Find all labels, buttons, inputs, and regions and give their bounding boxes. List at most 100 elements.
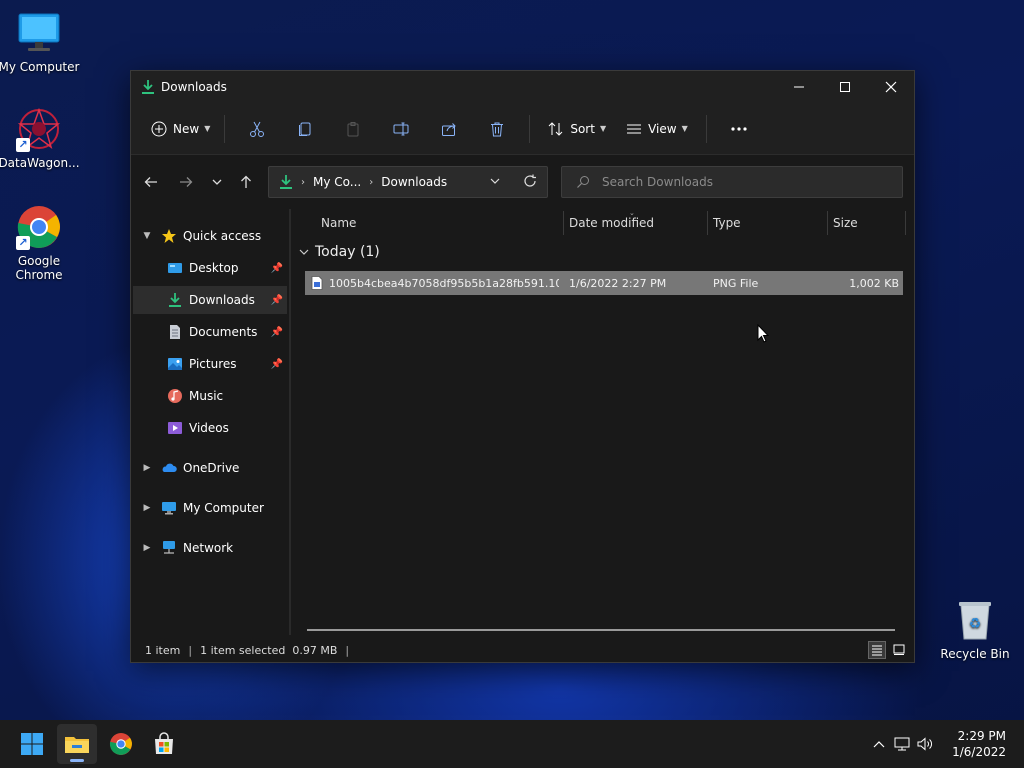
tiles-view-toggle[interactable] xyxy=(890,641,908,659)
column-header-type[interactable]: Type xyxy=(707,209,825,237)
sidebar-item-desktop[interactable]: Desktop 📌 xyxy=(133,254,287,282)
column-header-label: Size xyxy=(833,216,858,230)
network-status-button[interactable] xyxy=(890,737,914,751)
breadcrumb-item[interactable]: My Co... xyxy=(313,175,361,189)
sidebar-item-label: Desktop xyxy=(189,261,239,275)
delete-button[interactable] xyxy=(473,113,521,145)
paste-button[interactable] xyxy=(329,113,377,145)
download-arrow-icon xyxy=(280,175,292,189)
details-view-toggle[interactable] xyxy=(868,641,886,659)
taskbar-chrome[interactable] xyxy=(101,724,141,764)
clipboard-icon xyxy=(347,121,359,136)
navigation-pane-scrollbar[interactable] xyxy=(289,209,291,635)
toolbar-divider xyxy=(224,114,226,143)
breadcrumb-item[interactable]: Downloads xyxy=(381,175,447,189)
file-row[interactable]: 1005b4cbea4b7058df95b5b1a28fb591.100... … xyxy=(305,271,903,295)
title-bar[interactable]: Downloads xyxy=(131,71,914,103)
toolbar-divider xyxy=(529,114,531,143)
list-view-icon xyxy=(627,124,642,133)
chevron-down-icon: ▼ xyxy=(681,124,688,133)
ellipsis-icon xyxy=(731,126,747,131)
pin-icon: 📌 xyxy=(270,326,283,338)
show-hidden-icons-button[interactable] xyxy=(868,740,890,748)
chrome-icon: ↗ xyxy=(16,204,62,250)
file-list: Name Date modified ⌄ Type Size Today (1) xyxy=(293,209,914,635)
column-header-label: Name xyxy=(321,216,357,230)
active-app-indicator xyxy=(70,759,84,762)
chevron-right-icon: ▶ xyxy=(143,503,151,513)
rename-button[interactable] xyxy=(377,113,425,145)
sidebar-item-label: Downloads xyxy=(189,293,255,307)
file-name: 1005b4cbea4b7058df95b5b1a28fb591.100... xyxy=(329,276,559,290)
file-explorer-window: Downloads New ▼ Sort ▼ View ▼ › My Co...… xyxy=(130,70,915,663)
sidebar-item-music[interactable]: Music xyxy=(133,382,287,410)
sidebar-item-downloads[interactable]: Downloads 📌 xyxy=(133,286,287,314)
new-button[interactable]: New ▼ xyxy=(147,113,216,145)
cut-button[interactable] xyxy=(233,113,281,145)
network-icon xyxy=(894,737,910,751)
recent-locations-button[interactable] xyxy=(202,167,232,197)
speaker-icon xyxy=(917,737,932,751)
up-button[interactable] xyxy=(231,167,261,197)
breadcrumb-chevron-icon: › xyxy=(301,176,305,188)
sidebar-item-pictures[interactable]: Pictures 📌 xyxy=(133,350,287,378)
scissors-icon xyxy=(250,121,265,137)
chevron-right-icon: ▶ xyxy=(143,463,151,473)
more-options-button[interactable] xyxy=(715,113,763,145)
mouse-cursor-icon xyxy=(757,324,769,343)
star-icon xyxy=(162,229,176,243)
sidebar-item-videos[interactable]: Videos xyxy=(133,414,287,442)
close-button[interactable] xyxy=(868,71,914,103)
shortcut-arrow-icon: ↗ xyxy=(16,138,30,152)
sidebar-item-label: Music xyxy=(189,389,224,403)
search-icon xyxy=(577,176,589,188)
datawagon-logo-icon: ↗ xyxy=(16,106,62,152)
download-arrow-icon xyxy=(142,80,154,94)
chevron-down-icon: ▼ xyxy=(204,124,211,133)
desktop-icon-label: Google Chrome xyxy=(15,254,63,282)
share-icon xyxy=(442,122,457,136)
desktop-icon-my-computer[interactable]: My Computer xyxy=(0,10,81,74)
search-input[interactable] xyxy=(602,175,882,189)
taskbar-clock[interactable]: 2:29 PM 1/6/2022 xyxy=(952,728,1006,760)
navigation-bar: › My Co... › Downloads xyxy=(131,155,914,209)
desktop-icon-google-chrome[interactable]: ↗ Google Chrome xyxy=(0,204,81,282)
group-header-today[interactable]: Today (1) xyxy=(299,244,380,260)
taskbar-microsoft-store[interactable] xyxy=(144,724,184,764)
status-bar: 1 item | 1 item selected 0.97 MB | xyxy=(131,637,914,663)
sidebar-item-documents[interactable]: Documents 📌 xyxy=(133,318,287,346)
system-tray xyxy=(868,720,936,768)
sidebar-item-label: Videos xyxy=(189,421,229,435)
back-button[interactable] xyxy=(136,167,166,197)
taskbar-file-explorer[interactable] xyxy=(57,724,97,764)
forward-button[interactable] xyxy=(171,167,201,197)
copy-button[interactable] xyxy=(281,113,329,145)
start-button[interactable] xyxy=(12,724,52,764)
maximize-button[interactable] xyxy=(822,71,868,103)
column-divider[interactable] xyxy=(905,211,906,235)
refresh-button[interactable] xyxy=(523,174,537,191)
sort-button[interactable]: Sort ▼ xyxy=(538,113,616,145)
document-icon xyxy=(170,325,180,339)
volume-button[interactable] xyxy=(914,737,936,751)
chevron-down-icon: ▼ xyxy=(599,124,607,133)
search-box[interactable] xyxy=(561,166,903,198)
sidebar-item-network[interactable]: ▶ Network xyxy=(133,534,287,562)
sidebar-item-quick-access[interactable]: ▼ Quick access xyxy=(133,222,287,250)
chevron-up-icon xyxy=(873,741,885,748)
share-button[interactable] xyxy=(425,113,473,145)
horizontal-scrollbar[interactable] xyxy=(307,629,895,631)
view-button[interactable]: View ▼ xyxy=(616,113,698,145)
desktop-icon-recycle-bin[interactable]: ♻ Recycle Bin xyxy=(933,597,1017,661)
chrome-icon xyxy=(109,733,132,755)
sidebar-item-my-computer[interactable]: ▶ My Computer xyxy=(133,494,287,522)
column-header-name[interactable]: Name xyxy=(315,209,561,237)
sidebar-item-onedrive[interactable]: ▶ OneDrive xyxy=(133,454,287,482)
sidebar-item-label: Quick access xyxy=(183,229,262,243)
network-icon xyxy=(163,541,175,554)
address-bar[interactable]: › My Co... › Downloads xyxy=(268,166,548,198)
address-history-button[interactable] xyxy=(489,175,501,190)
column-header-size[interactable]: Size xyxy=(827,209,903,237)
minimize-button[interactable] xyxy=(776,71,822,103)
desktop-icon-datawagon[interactable]: ↗ DataWagon... xyxy=(0,106,81,170)
